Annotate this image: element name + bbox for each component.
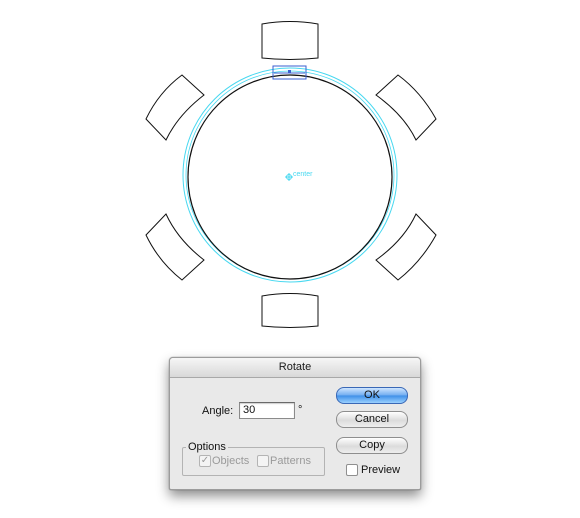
dialog-title[interactable]: Rotate bbox=[170, 358, 420, 378]
angle-input[interactable]: 30 bbox=[239, 402, 295, 419]
rotate-dialog: Rotate Angle: 30 ° Options ✓ Objects Pat… bbox=[169, 357, 421, 490]
checkmark-icon: ✓ bbox=[200, 455, 210, 466]
artboard: center bbox=[145, 21, 437, 328]
objects-checkbox[interactable]: ✓ bbox=[199, 455, 211, 467]
preview-label: Preview bbox=[361, 464, 401, 476]
angle-label: Angle: bbox=[202, 405, 234, 417]
patterns-checkbox[interactable] bbox=[257, 455, 269, 467]
patterns-label: Patterns bbox=[270, 455, 311, 467]
chair-bottom[interactable] bbox=[261, 293, 319, 328]
chair-top[interactable] bbox=[261, 21, 319, 60]
copy-button[interactable]: Copy bbox=[336, 437, 408, 454]
selection-anchor bbox=[288, 70, 291, 73]
degree-symbol: ° bbox=[298, 404, 303, 416]
chair-upper-right[interactable] bbox=[375, 74, 437, 141]
preview-checkbox[interactable] bbox=[346, 464, 358, 476]
options-legend: Options bbox=[186, 441, 228, 453]
chair-upper-left[interactable] bbox=[145, 74, 205, 141]
center-label: center bbox=[293, 171, 313, 178]
ok-button[interactable]: OK bbox=[336, 387, 408, 404]
objects-label: Objects bbox=[212, 455, 250, 467]
cancel-button[interactable]: Cancel bbox=[336, 411, 408, 428]
